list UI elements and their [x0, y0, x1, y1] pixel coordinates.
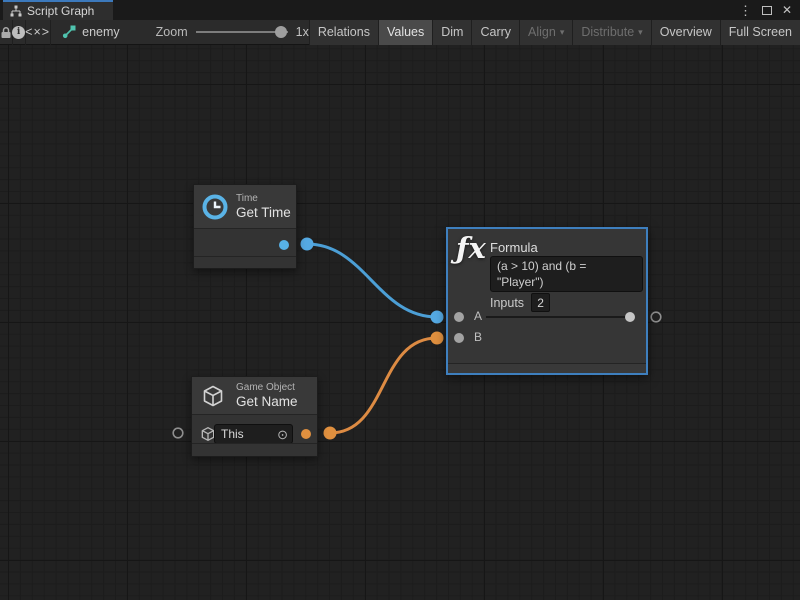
inputs-label: Inputs	[490, 296, 524, 310]
zoom-slider[interactable]	[196, 25, 288, 39]
graph-name-label: enemy	[82, 25, 120, 39]
connection-endpoint-blue[interactable]	[431, 311, 444, 324]
game-object-input-port-ring[interactable]	[173, 428, 183, 438]
node-header-text: Game Object Get Name	[236, 382, 298, 411]
node-title: Formula	[490, 240, 538, 255]
target-object-field[interactable]: This ⊙	[214, 424, 293, 444]
lock-button[interactable]	[0, 20, 12, 45]
graph-breadcrumb[interactable]: enemy	[62, 25, 120, 39]
fx-icon: ƒx	[456, 231, 486, 265]
toolbar-toggle-group: Relations Values Dim Carry Align ▾ Distr…	[309, 20, 800, 45]
window-menu-icon[interactable]: ⋮	[739, 4, 752, 17]
graph-toolbar: i <×> enemy Zoom 1x Relations Values	[0, 20, 800, 45]
script-graph-window: Script Graph ⋮ ✕ i <×>	[0, 0, 800, 600]
maximize-icon[interactable]	[762, 6, 772, 15]
node-get-time[interactable]: Time Get Time	[193, 184, 297, 269]
connection-endpoint-blue[interactable]	[301, 238, 314, 251]
object-picker-icon[interactable]: ⊙	[277, 428, 288, 441]
distribute-dropdown[interactable]: Distribute ▾	[573, 20, 651, 45]
code-view-button[interactable]: <×>	[25, 20, 50, 45]
node-title: Get Time	[236, 205, 291, 222]
formula-input-port-b[interactable]	[454, 333, 464, 343]
node-title: Get Name	[236, 394, 298, 411]
graph-canvas[interactable]: Time Get Time ƒx Formula (a > 10) and (b…	[0, 45, 800, 600]
zoom-slider-handle[interactable]	[275, 26, 287, 38]
port-a-label: A	[474, 309, 482, 323]
time-output-port[interactable]	[279, 240, 289, 250]
node-formula[interactable]: ƒx Formula (a > 10) and (b = "Player") I…	[446, 227, 648, 375]
target-object-value: This	[221, 427, 277, 441]
close-icon[interactable]: ✕	[782, 4, 792, 16]
formula-expression-input[interactable]: (a > 10) and (b = "Player")	[490, 256, 643, 292]
connection-getname-to-formula-b[interactable]	[330, 338, 437, 433]
relations-toggle[interactable]: Relations	[310, 20, 379, 45]
connection-endpoint-orange[interactable]	[324, 427, 337, 440]
code-icon: <×>	[25, 25, 50, 39]
inputs-count-field[interactable]: 2	[531, 293, 550, 312]
fullscreen-button[interactable]: Full Screen	[721, 20, 800, 45]
node-header: Time Get Time	[194, 185, 296, 229]
zoom-label: Zoom	[156, 25, 188, 39]
window-controls: ⋮ ✕	[739, 0, 796, 20]
getname-output-port[interactable]	[301, 429, 311, 439]
node-footer	[194, 256, 296, 268]
port-a-relation-line	[486, 316, 627, 318]
overview-button[interactable]: Overview	[652, 20, 721, 45]
tab-script-graph[interactable]: Script Graph	[3, 0, 113, 20]
zoom-control: Zoom 1x	[156, 25, 309, 39]
connection-endpoint-orange[interactable]	[431, 332, 444, 345]
formula-output-port[interactable]	[625, 312, 635, 322]
formula-output-port-ring[interactable]	[651, 312, 661, 322]
dim-toggle[interactable]: Dim	[433, 20, 472, 45]
tab-title: Script Graph	[27, 4, 94, 18]
info-icon: i	[12, 26, 25, 39]
port-b-label: B	[474, 330, 482, 344]
node-category: Game Object	[236, 382, 298, 394]
node-category: Time	[236, 193, 291, 205]
node-footer	[448, 363, 646, 373]
zoom-value: 1x	[296, 25, 309, 39]
connections-layer	[0, 45, 800, 600]
connection-time-to-formula-a[interactable]	[307, 244, 437, 317]
chevron-down-icon: ▾	[638, 28, 643, 37]
cube-icon	[201, 384, 225, 408]
node-header-text: Time Get Time	[236, 193, 291, 222]
clock-icon	[201, 193, 229, 221]
values-toggle[interactable]: Values	[379, 20, 433, 45]
node-footer	[192, 443, 317, 456]
formula-input-port-a[interactable]	[454, 312, 464, 322]
node-get-name[interactable]: Game Object Get Name This ⊙	[191, 376, 318, 457]
lock-icon	[0, 26, 12, 39]
script-graph-asset-icon	[62, 25, 76, 39]
tab-bar: Script Graph ⋮ ✕	[0, 0, 800, 20]
zoom-slider-track	[196, 31, 288, 33]
node-header: Game Object Get Name	[192, 377, 317, 415]
inputs-row: Inputs 2	[490, 293, 550, 312]
graph-hierarchy-icon	[10, 5, 22, 17]
align-dropdown[interactable]: Align ▾	[520, 20, 573, 45]
info-button[interactable]: i	[12, 20, 25, 45]
chevron-down-icon: ▾	[560, 28, 565, 37]
carry-toggle[interactable]: Carry	[472, 20, 520, 45]
